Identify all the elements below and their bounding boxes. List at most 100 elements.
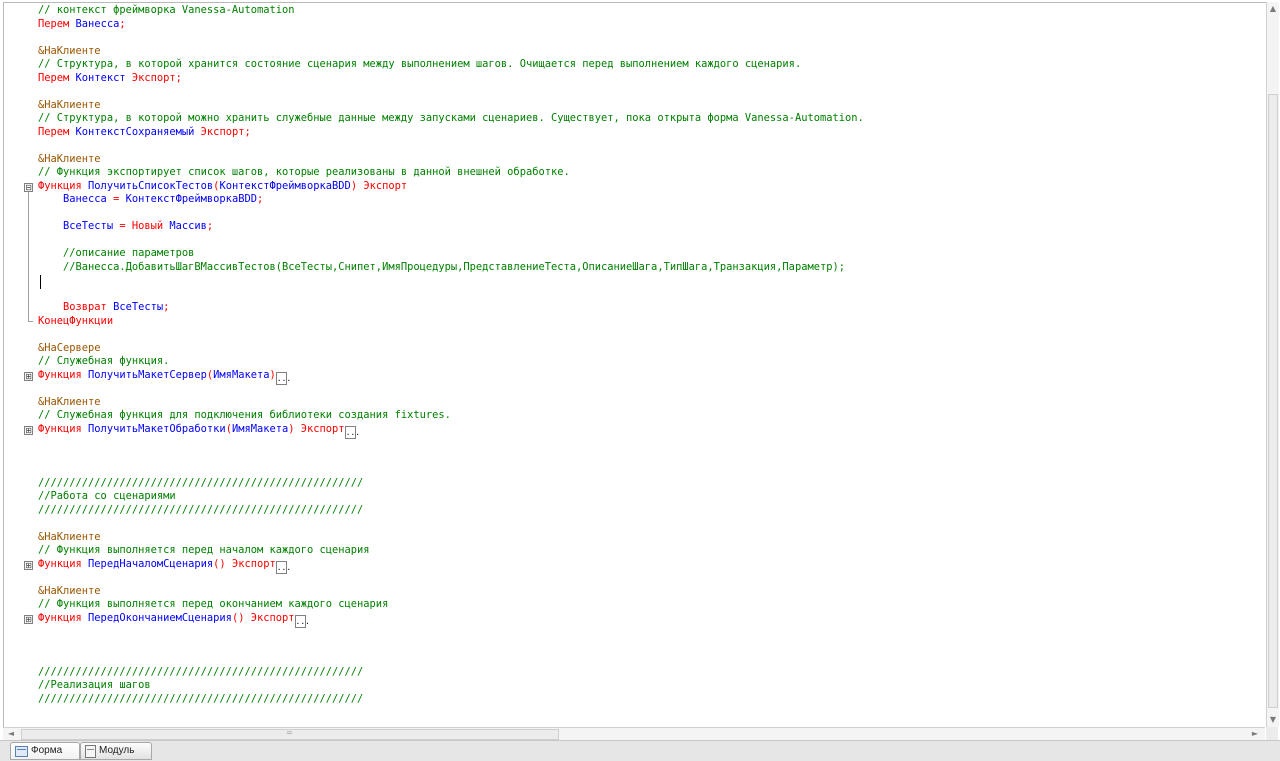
code-line[interactable]: Ванесса = КонтекстФреймворкаBDD; (38, 193, 263, 207)
code-line[interactable]: Функция ПолучитьСписокТестов(КонтекстФре… (38, 180, 407, 194)
code-token: ПолучитьМакетСервер (88, 368, 207, 381)
code-line[interactable]: ВсеТесты = Новый Массив; (38, 220, 213, 234)
code-line[interactable]: // Служебная функция для подключения биб… (38, 409, 451, 423)
scroll-down-arrow-icon[interactable]: ▼ (1267, 714, 1279, 726)
collapse-block-icon[interactable]: ⊟ (24, 182, 33, 192)
code-token: Функция (38, 422, 89, 435)
code-token: Возврат (38, 301, 114, 313)
code-token: &НаСервере (38, 341, 101, 354)
code-line[interactable]: &НаКлиенте (38, 531, 101, 545)
code-token: Ванесса (38, 193, 114, 205)
horizontal-scroll-thumb[interactable]: = (21, 728, 559, 740)
code-token: // контекст фреймворка Vanessa-Automatio… (38, 4, 295, 16)
code-token: // Функция выполняется перед началом каж… (38, 544, 370, 556)
code-token: &НаКлиенте (38, 530, 101, 543)
collapsed-block-marker[interactable]: ... (294, 614, 310, 628)
code-token: ; (206, 220, 214, 232)
code-token: // Служебная функция для подключения биб… (38, 409, 451, 421)
code-token: ПередНачаломСценария (88, 557, 214, 570)
code-line[interactable]: Перем Ванесса; (38, 18, 126, 32)
code-token: ПолучитьСписокТестов (88, 179, 214, 192)
code-line[interactable]: // Структура, в которой хранится состоян… (38, 58, 801, 72)
code-line[interactable]: &НаКлиенте (38, 99, 101, 113)
code-token: &НаКлиенте (38, 44, 101, 57)
code-token: Перем (38, 17, 76, 30)
code-token: Функция (38, 368, 89, 381)
code-line[interactable]: &НаКлиенте (38, 45, 101, 59)
code-line[interactable]: // Функция экспортирует список шагов, ко… (38, 166, 570, 180)
code-token: ) Экспорт (288, 422, 345, 435)
code-token: () Экспорт (231, 611, 295, 624)
code-editor[interactable]: ⊟ ⊞ ⊞ ⊞ ⊞ // контекст фреймворка Vanessa-Aut… (3, 2, 1266, 728)
code-token: ) Экспорт (350, 179, 408, 192)
code-line[interactable]: ////////////////////////////////////////… (38, 693, 363, 707)
scroll-right-arrow-icon[interactable]: ► (1249, 728, 1261, 740)
code-token: Контекст (75, 71, 132, 84)
code-token: Функция (38, 557, 89, 570)
code-line[interactable]: ////////////////////////////////////////… (38, 477, 363, 491)
bottom-tab-bar: Форма Модуль (0, 740, 1280, 761)
expand-block-icon[interactable]: ⊞ (24, 371, 33, 381)
code-token: ; (119, 17, 126, 30)
code-line[interactable]: ////////////////////////////////////////… (38, 666, 363, 680)
code-line[interactable]: &НаКлиенте (38, 585, 101, 599)
vertical-scrollbar[interactable]: ▲ ▼ (1266, 2, 1279, 727)
code-token: //Работа со сценариями (38, 490, 176, 502)
code-line[interactable]: // контекст фреймворка Vanessa-Automatio… (38, 4, 294, 18)
code-token: ; (163, 301, 170, 313)
code-token: = (113, 193, 126, 205)
code-line[interactable]: Возврат ВсеТесты; (38, 301, 169, 315)
editor-gutter (4, 3, 20, 728)
code-line[interactable]: &НаКлиенте (38, 153, 101, 167)
code-line[interactable]: Перем Контекст Экспорт; (38, 72, 182, 86)
code-line[interactable]: КонецФункции (38, 315, 113, 329)
code-line[interactable]: Функция ПолучитьМакетОбработки(ИмяМакета… (38, 422, 360, 439)
code-token: //Ванесса.ДобавитьШагВМассивТестов(ВсеТе… (38, 260, 845, 273)
code-token: //Реализация шагов (38, 679, 151, 691)
collapsed-block-marker[interactable]: ... (275, 560, 291, 574)
expand-block-icon[interactable]: ⊞ (24, 560, 33, 570)
code-line[interactable]: Перем КонтекстСохраняемый Экспорт; (38, 126, 251, 140)
code-token: КонтекстФреймворкаBDD (125, 193, 257, 205)
code-line[interactable]: &НаКлиенте (38, 396, 101, 410)
code-line[interactable]: //описание параметров (38, 247, 194, 261)
scroll-left-arrow-icon[interactable]: ◄ (5, 728, 17, 740)
code-line[interactable]: // Структура, в которой можно хранить сл… (38, 112, 864, 126)
code-line[interactable]: //Работа со сценариями (38, 490, 176, 504)
code-token: () Экспорт (213, 557, 276, 570)
code-token: = Новый (119, 220, 170, 232)
expand-block-icon[interactable]: ⊞ (24, 425, 33, 435)
code-token: ////////////////////////////////////////… (38, 665, 364, 678)
code-line[interactable]: Функция ПередНачаломСценария() Экспорт..… (38, 557, 291, 574)
collapsed-block-marker[interactable]: ... (275, 371, 291, 385)
module-editor-window: ⊟ ⊞ ⊞ ⊞ ⊞ // контекст фреймворка Vanessa-Aut… (0, 0, 1280, 761)
module-icon (85, 744, 96, 758)
code-line[interactable]: // Функция выполняется перед началом каж… (38, 544, 370, 558)
horizontal-scrollbar[interactable]: ◄ = ► (3, 727, 1265, 741)
tab-form[interactable]: Форма (10, 742, 80, 760)
code-line[interactable]: // Функция выполняется перед окончанием … (38, 598, 388, 612)
code-line[interactable]: //Ванесса.ДобавитьШагВМассивТестов(ВсеТе… (38, 261, 845, 275)
code-token: &НаКлиенте (38, 152, 101, 165)
code-line[interactable]: Функция ПолучитьМакетСервер(ИмяМакета)..… (38, 368, 291, 385)
code-line[interactable]: &НаСервере (38, 342, 101, 356)
expand-block-icon[interactable]: ⊞ (24, 614, 33, 624)
code-line[interactable]: Функция ПередОкончаниемСценария() Экспор… (38, 611, 310, 628)
code-token: Экспорт; (200, 125, 251, 138)
code-token: ИмяМакета (231, 422, 289, 435)
tab-module[interactable]: Модуль (80, 742, 152, 760)
code-line[interactable]: ////////////////////////////////////////… (38, 504, 363, 518)
vertical-scroll-thumb[interactable] (1268, 94, 1278, 708)
fold-guide-end (28, 320, 33, 322)
code-token: ИмяМакета (213, 368, 270, 381)
code-line[interactable]: //Реализация шагов (38, 679, 151, 693)
code-area[interactable]: // контекст фреймворка Vanessa-Automatio… (38, 4, 1263, 728)
code-token: ПередОкончаниемСценария (88, 611, 232, 624)
code-token: ПолучитьМакетОбработки (88, 422, 226, 435)
code-token: // Структура, в которой хранится состоян… (38, 58, 802, 70)
collapsed-block-marker[interactable]: ... (344, 425, 360, 439)
scroll-up-arrow-icon[interactable]: ▲ (1267, 3, 1279, 15)
code-token: // Функция выполняется перед окончанием … (38, 598, 389, 610)
code-line[interactable]: // Служебная функция. (38, 355, 169, 369)
form-icon (15, 745, 28, 757)
